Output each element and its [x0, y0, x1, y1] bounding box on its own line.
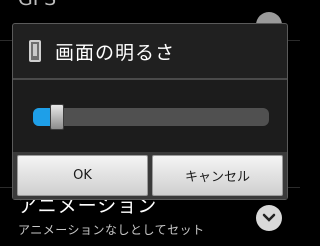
slider-fill — [33, 108, 52, 126]
dialog-header: 画面の明るさ — [13, 24, 287, 78]
brightness-dialog: 画面の明るさ OK キャンセル — [12, 23, 288, 200]
dialog-title: 画面の明るさ — [55, 41, 176, 64]
settings-screen: GPS アニメーション アニメーションなしとしてセット 画面の明るさ OK キャ… — [0, 0, 300, 246]
brightness-slider[interactable] — [33, 104, 269, 130]
cancel-button[interactable]: キャンセル — [152, 155, 283, 196]
dialog-body — [13, 80, 287, 152]
dialog-button-bar: OK キャンセル — [13, 152, 287, 199]
slider-thumb[interactable] — [49, 104, 64, 130]
gps-item-label: GPS — [18, 0, 56, 10]
ok-button[interactable]: OK — [17, 155, 148, 196]
phone-icon — [29, 40, 41, 62]
animation-item-subtitle: アニメーションなしとしてセット — [18, 223, 205, 237]
chevron-down-icon[interactable] — [256, 205, 282, 231]
